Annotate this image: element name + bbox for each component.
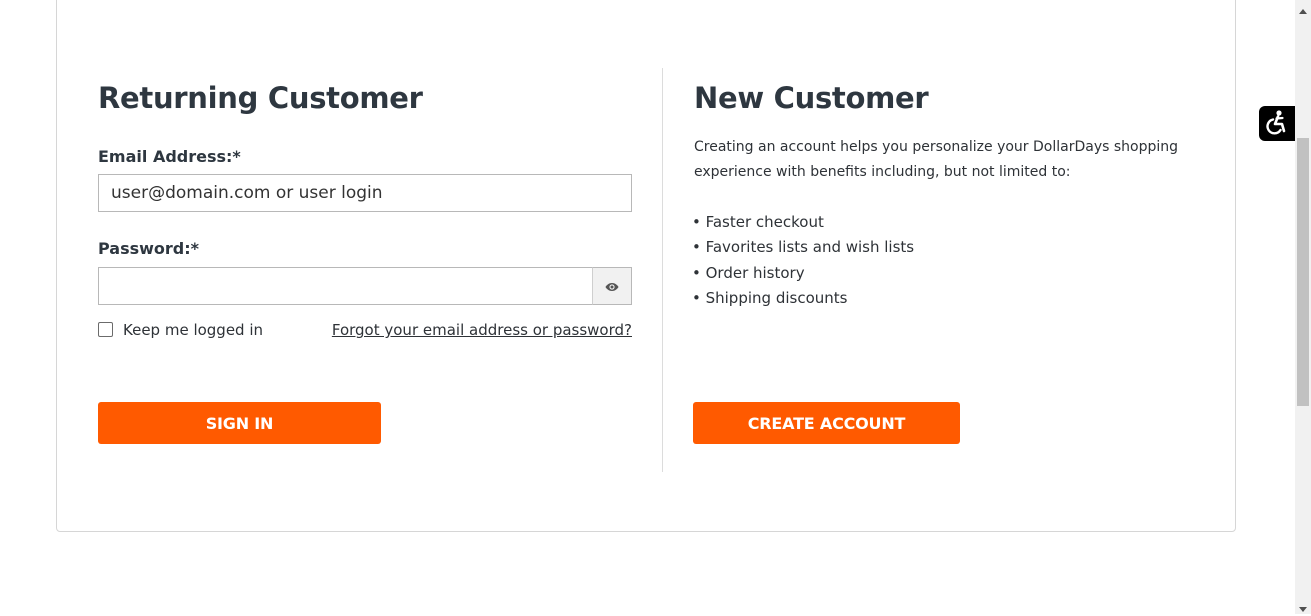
password-input[interactable] [98, 267, 593, 305]
scrollbar-thumb[interactable] [1297, 138, 1309, 406]
create-account-button[interactable]: CREATE ACCOUNT [693, 402, 960, 444]
scroll-down-button[interactable] [1295, 598, 1311, 614]
keep-logged-in-label[interactable]: Keep me logged in [123, 321, 263, 339]
forgot-credentials-link[interactable]: Forgot your email address or password? [332, 321, 632, 339]
eye-icon [605, 277, 619, 296]
benefits-list: • Faster checkout • Favorites lists and … [692, 210, 914, 311]
returning-customer-heading: Returning Customer [98, 81, 423, 115]
arrow-up-icon [1299, 0, 1307, 18]
show-password-button[interactable] [592, 267, 632, 305]
new-customer-description: Creating an account helps you personaliz… [694, 139, 1179, 180]
keep-logged-in-checkbox[interactable] [98, 322, 113, 337]
accessibility-icon [1264, 109, 1290, 139]
new-customer-heading: New Customer [694, 81, 929, 115]
password-label: Password:* [98, 239, 200, 258]
scroll-up-button[interactable] [1295, 0, 1311, 16]
column-divider [662, 68, 663, 472]
login-card [56, 0, 1236, 532]
list-item: • Order history [692, 263, 805, 282]
list-item: • Favorites lists and wish lists [692, 238, 915, 257]
email-label: Email Address:* [98, 147, 241, 166]
sign-in-button[interactable]: SIGN IN [98, 402, 381, 444]
email-input[interactable] [98, 174, 632, 212]
list-item: • Faster checkout [692, 213, 824, 231]
accessibility-button[interactable] [1259, 106, 1295, 141]
list-item: • Shipping discounts [692, 288, 848, 307]
arrow-down-icon [1299, 597, 1307, 616]
